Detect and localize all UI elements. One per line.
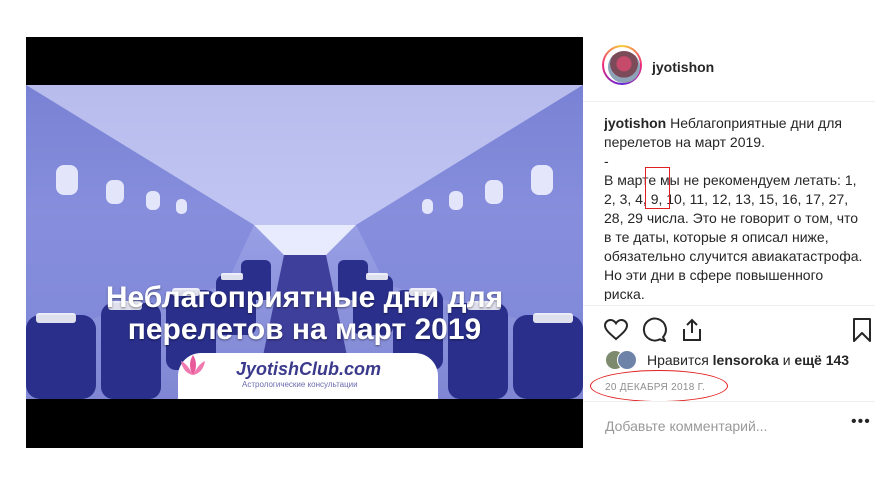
comment-icon[interactable] (641, 317, 667, 343)
overlay-title-line1: Неблагоприятные дни для (105, 281, 504, 314)
action-bar (603, 317, 875, 343)
logo-text: JyotishClub.com (236, 359, 382, 379)
divider (583, 101, 875, 102)
likes-prefix: Нравится (647, 352, 713, 368)
airplane-cabin-image: Неблагоприятные дни для перелетов на мар… (26, 85, 583, 399)
highlight-box (645, 167, 670, 209)
likes-user[interactable]: lensoroka (713, 352, 779, 368)
likes-others[interactable]: ещё 143 (794, 352, 849, 368)
divider (583, 401, 875, 402)
caption: jyotishon Неблагоприятные дни для переле… (604, 114, 866, 301)
caption-text: Неблагоприятные дни для перелетов на мар… (604, 115, 863, 301)
avatar[interactable] (602, 45, 642, 85)
post-header: jyotishon (583, 37, 875, 101)
more-options-icon[interactable]: ••• (851, 413, 871, 431)
comment-input[interactable]: Добавьте комментарий... (605, 418, 767, 434)
overlay-title-line2: перелетов на март 2019 (127, 313, 482, 346)
header-username[interactable]: jyotishon (652, 59, 714, 75)
caption-username[interactable]: jyotishon (604, 115, 666, 131)
likes-text: Нравится lensoroka и ещё 143 (647, 352, 849, 368)
heart-icon[interactable] (603, 317, 629, 343)
logo-subtext: Астрологические консультации (242, 380, 358, 389)
share-icon[interactable] (679, 317, 705, 343)
liker-avatars[interactable] (605, 350, 637, 370)
likes-suffix: и (778, 352, 795, 368)
divider (583, 305, 875, 306)
lotus-icon (181, 355, 205, 375)
post-image[interactable]: Неблагоприятные дни для перелетов на мар… (26, 37, 583, 448)
logo-banner: JyotishClub.com Астрологические консульт… (178, 353, 438, 399)
post-sidebar: jyotishon jyotishon Неблагоприятные дни … (583, 37, 875, 448)
highlight-oval (590, 370, 728, 402)
bookmark-icon[interactable] (849, 317, 875, 343)
